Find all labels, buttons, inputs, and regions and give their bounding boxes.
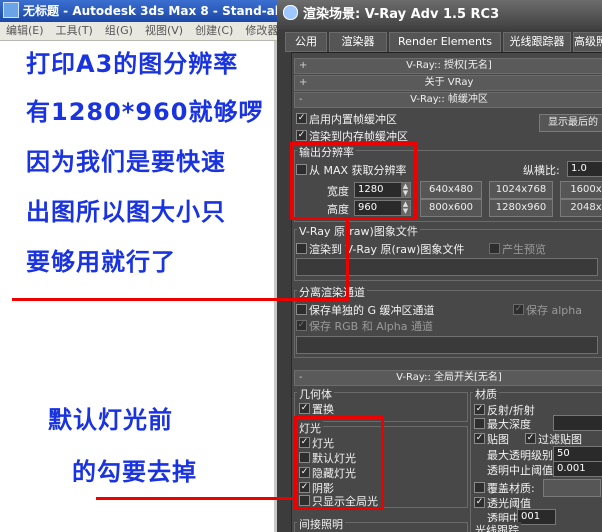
- preset-1600x[interactable]: 1600x: [560, 181, 602, 199]
- split-file-path-field[interactable]: [296, 336, 598, 354]
- rollout-license[interactable]: + V-Ray:: 授权[无名]: [294, 58, 602, 74]
- enable-builtin-label: 启用内置帧缓冲区: [309, 113, 397, 126]
- dialog-title: 渲染场景: V-Ray Adv 1.5 RC3: [303, 7, 500, 22]
- resolution-connector-horizontal: [12, 298, 349, 301]
- menu-tools[interactable]: 工具(T): [56, 24, 93, 37]
- materials-title: 材质: [473, 386, 499, 402]
- resolution-highlight-box: [290, 142, 417, 220]
- raw-file-path-field[interactable]: [296, 258, 598, 276]
- show-last-vfb-button[interactable]: 显示最后的: [539, 114, 602, 132]
- max-depth-spinner[interactable]: [553, 415, 602, 431]
- menu-edit[interactable]: 编辑(E): [6, 24, 44, 37]
- lights-connector-horizontal: [96, 497, 296, 500]
- preset-1024x768[interactable]: 1024x768: [489, 181, 553, 199]
- max-depth-label: 最大深度: [487, 418, 531, 431]
- transp-cutoff-spinner[interactable]: 0.001: [553, 461, 602, 477]
- raw-image-title: V-Ray 原(raw)图象文件: [297, 223, 420, 239]
- enable-builtin-checkbox[interactable]: ✓: [296, 113, 307, 124]
- gen-preview-checkbox[interactable]: [489, 243, 500, 254]
- gen-preview-label: 产生预览: [502, 243, 546, 256]
- transp-cutoff-label: 透明中止阈值: [487, 464, 553, 477]
- tab-renderer[interactable]: 渲染器: [329, 32, 387, 52]
- render-to-raw-label: 渲染到 V-Ray 原(raw)图象文件: [309, 243, 465, 256]
- transp-middle-spinner[interactable]: 001: [517, 509, 556, 525]
- max-transp-spinner[interactable]: 50: [553, 446, 602, 462]
- displacement-checkbox[interactable]: ✓: [299, 403, 310, 414]
- note1-line3: 因为我们是要快速: [26, 148, 226, 176]
- geometry-title: 几何体: [297, 386, 334, 402]
- override-mtl-button[interactable]: [543, 479, 601, 497]
- reflect-refract-checkbox[interactable]: ✓: [474, 404, 485, 415]
- menu-create[interactable]: 创建(C): [195, 24, 233, 37]
- dialog-title-bar: 渲染场景: V-Ray Adv 1.5 RC3: [277, 0, 602, 30]
- filter-maps-label: 过滤贴图: [538, 433, 582, 446]
- preset-800x600[interactable]: 800x600: [420, 199, 482, 217]
- save-rgb-alpha-label: 保存 RGB 和 Alpha 通道: [309, 320, 433, 333]
- render-to-raw-checkbox[interactable]: [296, 243, 307, 254]
- lights-highlight-box: [294, 416, 384, 510]
- note1-line5: 要够用就行了: [26, 248, 176, 276]
- max-window-title: 无标题 - Autodesk 3ds Max 8 - Stand-alone L…: [23, 4, 290, 18]
- menu-group[interactable]: 组(G): [105, 24, 133, 37]
- displacement-label: 置换: [312, 403, 334, 416]
- save-g-buffer-label: 保存单独的 G 缓冲区通道: [309, 304, 435, 317]
- resolution-connector-vertical: [346, 217, 349, 301]
- rollout-about[interactable]: + 关于 VRay: [294, 75, 602, 91]
- raytrace-title: 光线跟踪: [473, 522, 521, 532]
- filter-maps-checkbox[interactable]: ✓: [525, 433, 536, 444]
- max-depth-checkbox[interactable]: [474, 418, 485, 429]
- note1-line4: 出图所以图大小只: [26, 198, 226, 226]
- preset-2048x[interactable]: 2048x: [560, 199, 602, 217]
- save-g-buffer-checkbox[interactable]: [296, 304, 307, 315]
- max-transp-label: 最大透明级别: [487, 449, 553, 462]
- app-icon: [3, 2, 19, 18]
- dialog-tabs: 公用 渲染器 Render Elements 光线跟踪器 高级照明: [277, 30, 602, 53]
- note1-line2: 有1280*960就够啰: [26, 98, 264, 126]
- tab-render-elements[interactable]: Render Elements: [389, 32, 501, 52]
- maps-checkbox[interactable]: ✓: [474, 433, 485, 444]
- tab-advanced-lighting[interactable]: 高级照明: [573, 32, 602, 52]
- override-mtl-checkbox[interactable]: [474, 482, 485, 493]
- note2-line1: 默认灯光前: [48, 406, 173, 434]
- menu-modifiers[interactable]: 修改器: [245, 24, 278, 37]
- maps-label: 贴图: [487, 433, 509, 446]
- aspect-spinner[interactable]: 1.0: [567, 161, 602, 177]
- tab-raytracer[interactable]: 光线跟踪器: [503, 32, 571, 52]
- note2-line2: 的勾要去掉: [72, 458, 197, 486]
- render-to-memory-checkbox[interactable]: ✓: [296, 130, 307, 141]
- save-rgb-alpha-checkbox[interactable]: ✓: [296, 320, 307, 331]
- aspect-label: 纵横比:: [523, 164, 560, 177]
- override-mtl-label: 覆盖材质:: [487, 482, 535, 495]
- indirect-title: 间接照明: [297, 516, 345, 532]
- menu-views[interactable]: 视图(V): [145, 24, 183, 37]
- preset-1280x960[interactable]: 1280x960: [489, 199, 553, 217]
- max-title-bar: 无标题 - Autodesk 3ds Max 8 - Stand-alone L…: [0, 0, 290, 22]
- panel-scrollbar[interactable]: [277, 52, 292, 532]
- save-alpha-label: 保存 alpha: [526, 304, 582, 317]
- preset-640x480[interactable]: 640x480: [420, 181, 482, 199]
- note1-line1: 打印A3的图分辨率: [26, 50, 239, 78]
- max-menu-bar: 编辑(E) 工具(T) 组(G) 视图(V) 创建(C) 修改器: [0, 22, 290, 41]
- rollout-framebuffer[interactable]: - V-Ray:: 帧缓冲区: [294, 92, 602, 108]
- save-alpha-checkbox[interactable]: ✓: [513, 304, 524, 315]
- teapot-icon: [283, 5, 298, 20]
- glossy-effects-checkbox[interactable]: ✓: [474, 497, 485, 508]
- rollout-global-switches[interactable]: - V-Ray:: 全局开关[无名]: [294, 370, 602, 386]
- tab-common[interactable]: 公用: [285, 32, 327, 52]
